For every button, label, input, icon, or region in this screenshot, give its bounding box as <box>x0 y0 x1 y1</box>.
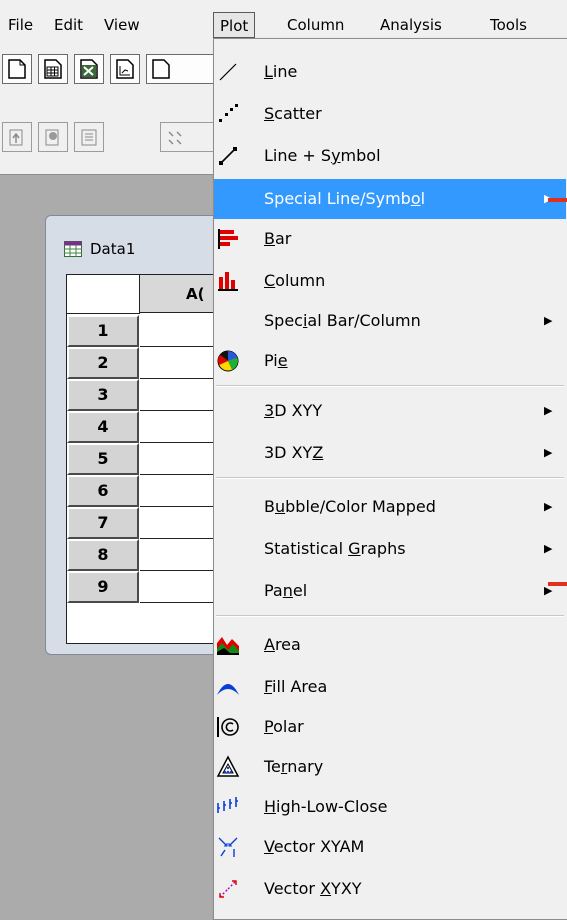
bar-icon <box>218 229 238 249</box>
plot-menu-dropdown: Line Scatter Line + Symbol Special Line/… <box>213 38 567 920</box>
menu-plot[interactable]: Plot <box>213 12 256 38</box>
menu-item-column[interactable]: Column <box>214 261 566 301</box>
menu-item-label: Vector XYAM <box>264 837 365 856</box>
menu-item-pie[interactable]: Pie <box>214 341 566 381</box>
menu-item-statistical-graphs[interactable]: Statistical Graphs ▶ <box>214 529 566 569</box>
menu-separator <box>216 477 564 479</box>
menu-item-label: Statistical Graphs <box>264 539 406 558</box>
standard-toolbar <box>0 46 220 92</box>
menu-item-3d-xyy[interactable]: 3D XYY ▶ <box>214 391 566 431</box>
submenu-arrow-icon: ▶ <box>544 446 553 459</box>
menu-item-label: Vector XYXY <box>264 879 362 898</box>
submenu-arrow-icon: ▶ <box>544 404 553 417</box>
template-icon[interactable] <box>74 122 104 152</box>
worksheet-toolbar <box>0 92 220 175</box>
row-header-8[interactable]: 8 <box>67 539 139 571</box>
menu-item-label: Pie <box>264 351 288 370</box>
row-header-7[interactable]: 7 <box>67 507 139 539</box>
vector-xyxy-icon <box>219 880 237 898</box>
menu-item-ternary[interactable]: Ternary <box>214 747 566 787</box>
ternary-icon <box>216 755 240 777</box>
export-icon[interactable] <box>38 122 68 152</box>
line-icon <box>219 63 237 81</box>
line-symbol-icon <box>219 147 237 165</box>
menu-item-line-symbol[interactable]: Line + Symbol <box>214 136 566 176</box>
menu-item-scatter[interactable]: Scatter <box>214 94 566 134</box>
menu-item-label: Ternary <box>264 757 324 776</box>
submenu-arrow-icon: ▶ <box>544 542 553 555</box>
menu-edit[interactable]: Edit <box>54 13 83 37</box>
high-low-close-icon <box>217 797 238 813</box>
menu-item-vector-xyxy[interactable]: Vector XYXY <box>214 869 566 909</box>
menu-item-high-low-close[interactable]: High-Low-Close <box>214 787 566 827</box>
row-header-2[interactable]: 2 <box>67 347 139 379</box>
menu-view[interactable]: View <box>104 13 140 37</box>
grid-corner[interactable] <box>67 275 140 314</box>
row-header-4[interactable]: 4 <box>67 411 139 443</box>
menu-item-label: Special Bar/Column <box>264 311 421 330</box>
menu-item-label: Column <box>264 271 326 290</box>
menu-separator <box>216 385 564 387</box>
worksheet-grid[interactable]: A( 1 2 3 4 5 6 7 8 9 <box>66 274 240 644</box>
menu-item-bar[interactable]: Bar <box>214 219 566 259</box>
menu-item-label: 3D XYZ <box>264 443 324 462</box>
menu-item-label: Panel <box>264 581 308 600</box>
worksheet-title-text: Data1 <box>90 240 136 258</box>
menu-item-special-bar-column[interactable]: Special Bar/Column ▶ <box>214 301 566 341</box>
menu-item-label: High-Low-Close <box>264 797 388 816</box>
submenu-arrow-icon: ▶ <box>544 500 553 513</box>
menu-analysis[interactable]: Analysis <box>380 13 442 37</box>
menu-item-polar[interactable]: Polar <box>214 707 566 747</box>
menu-item-label: Line <box>264 62 298 81</box>
annotation-mark <box>548 582 567 586</box>
submenu-arrow-icon: ▶ <box>544 314 553 327</box>
menu-item-line[interactable]: Line <box>214 52 566 92</box>
polar-icon <box>217 717 239 737</box>
menu-column[interactable]: Column <box>287 13 344 37</box>
vector-xyam-icon <box>218 837 238 857</box>
menu-item-label: Line + Symbol <box>264 146 381 165</box>
import-icon[interactable] <box>2 122 32 152</box>
set-column-icon[interactable] <box>160 122 216 152</box>
column-icon <box>218 272 238 291</box>
menu-item-label: Bubble/Color Mapped <box>264 497 436 516</box>
menu-item-special-line-symbol[interactable]: Special Line/Symbol ▶ <box>214 179 566 219</box>
scatter-icon <box>219 104 238 122</box>
new-matrix-icon[interactable] <box>146 54 216 84</box>
menu-separator <box>216 615 564 617</box>
menu-item-area[interactable]: Area <box>214 625 566 665</box>
menu-tools[interactable]: Tools <box>490 13 527 37</box>
fill-area-icon <box>217 684 239 695</box>
row-header-6[interactable]: 6 <box>67 475 139 507</box>
menu-item-fill-area[interactable]: Fill Area <box>214 667 566 707</box>
row-header-1[interactable]: 1 <box>67 315 139 347</box>
menu-item-label: Special Line/Symbol <box>264 189 426 208</box>
menu-item-label: Fill Area <box>264 677 328 696</box>
row-header-5[interactable]: 5 <box>67 443 139 475</box>
row-header-3[interactable]: 3 <box>67 379 139 411</box>
pie-icon <box>217 350 239 372</box>
menu-item-label: Polar <box>264 717 304 736</box>
menu-item-panel[interactable]: Panel ▶ <box>214 571 566 611</box>
annotation-mark <box>548 198 567 202</box>
menu-item-label: 3D XYY <box>264 401 323 420</box>
menu-file[interactable]: File <box>8 13 33 37</box>
mdi-workspace: Data1 A( 1 2 3 4 5 6 7 8 9 <box>0 175 247 904</box>
submenu-arrow-icon: ▶ <box>544 584 553 597</box>
new-worksheet-icon[interactable] <box>38 54 68 84</box>
menu-item-label: Scatter <box>264 104 322 123</box>
worksheet-icon <box>64 241 82 257</box>
new-graph-icon[interactable] <box>110 54 140 84</box>
new-excel-icon[interactable] <box>74 54 104 84</box>
menu-item-bubble-color-mapped[interactable]: Bubble/Color Mapped ▶ <box>214 487 566 527</box>
row-header-9[interactable]: 9 <box>67 571 139 603</box>
menu-item-label: Bar <box>264 229 292 248</box>
menu-item-label: Area <box>264 635 301 654</box>
new-document-icon[interactable] <box>2 54 32 84</box>
worksheet-title: Data1 <box>64 238 136 260</box>
menu-item-3d-xyz[interactable]: 3D XYZ ▶ <box>214 433 566 473</box>
menu-item-vector-xyam[interactable]: Vector XYAM <box>214 827 566 867</box>
area-icon <box>217 637 239 655</box>
